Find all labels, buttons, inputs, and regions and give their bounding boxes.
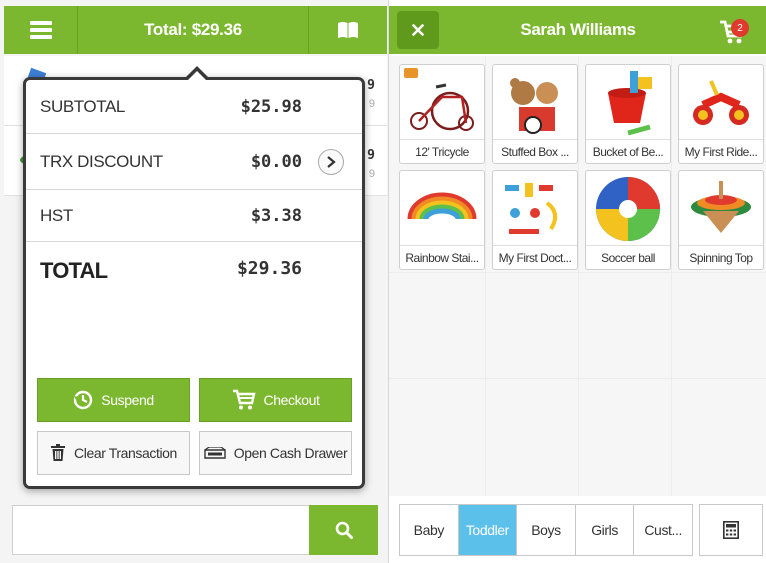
search-input[interactable] (12, 505, 310, 555)
clear-transaction-label: Clear Transaction (74, 445, 177, 461)
total-label: TOTAL (40, 258, 108, 283)
discount-label: TRX DISCOUNT (40, 151, 163, 171)
product-pane: Sarah Williams 2 12' Tricycle Stuffed Bo… (388, 0, 766, 563)
suspend-label: Suspend (101, 392, 154, 408)
product-tile-doctor-kit[interactable]: My First Doct... (492, 170, 578, 270)
product-name: Soccer ball (586, 245, 670, 269)
transaction-header: Total: $29.36 (4, 6, 387, 54)
grid-divider (671, 56, 672, 496)
subtotal-row: SUBTOTAL $25.98 (26, 80, 362, 134)
folder-icon (404, 68, 418, 78)
line-price: 9 (367, 148, 375, 163)
line-unit-price: 9 (368, 168, 375, 180)
tab-toddler[interactable]: Toddler (458, 505, 518, 555)
slinky-image (407, 192, 477, 220)
trash-icon (51, 444, 66, 461)
product-tile-soccer-ball[interactable]: Soccer ball (585, 170, 671, 270)
customer-header: Sarah Williams 2 (389, 6, 766, 54)
cart-icon (232, 389, 256, 410)
grid-divider (389, 378, 766, 379)
soccer-ball-image (596, 177, 660, 241)
tax-row: HST $3.38 (26, 190, 362, 242)
history-icon (74, 390, 93, 410)
header-total[interactable]: Total: $29.36 (78, 6, 309, 54)
product-name: Bucket of Be... (586, 139, 670, 163)
tax-label: HST (40, 205, 73, 225)
product-grid: 12' Tricycle Stuffed Box ... Bucket of B… (389, 56, 766, 496)
product-name: Stuffed Box ... (493, 139, 577, 163)
cash-drawer-icon (204, 447, 226, 459)
product-name: My First Doct... (493, 245, 577, 269)
checkout-button[interactable]: Checkout (199, 378, 352, 422)
cart-button[interactable]: 2 (717, 16, 753, 48)
product-name: My First Ride... (679, 139, 763, 163)
product-tile-stuffed-box[interactable]: Stuffed Box ... (492, 64, 578, 164)
product-tile-first-ride[interactable]: My First Ride... (678, 64, 764, 164)
product-name: Rainbow Stai... (400, 245, 484, 269)
tax-value: $3.38 (250, 205, 302, 226)
total-value: $29.36 (236, 258, 302, 279)
catalog-button[interactable] (309, 6, 387, 54)
product-tile-bucket[interactable]: Bucket of Be... (585, 64, 671, 164)
product-tile-rainbow-stairs[interactable]: Rainbow Stai... (399, 170, 485, 270)
calculator-icon (723, 521, 739, 539)
tab-baby[interactable]: Baby (400, 505, 459, 555)
line-unit-price: 9 (368, 98, 375, 110)
hamburger-icon (29, 21, 52, 39)
total-row: TOTAL $29.36 (26, 242, 362, 300)
discount-row[interactable]: TRX DISCOUNT $0.00 (26, 134, 362, 190)
calculator-button[interactable] (699, 504, 763, 556)
cart-count-badge: 2 (731, 19, 749, 37)
product-tile-spinning-top[interactable]: Spinning Top (678, 170, 764, 270)
search-icon (335, 521, 353, 539)
product-name: Spinning Top (679, 245, 763, 269)
subtotal-value: $25.98 (240, 96, 302, 117)
grid-divider (485, 56, 486, 496)
ride-on-image (693, 80, 749, 125)
grid-divider (578, 56, 579, 496)
transaction-summary-popover: SUBTOTAL $25.98 TRX DISCOUNT $0.00 HST $… (23, 77, 365, 489)
open-cash-drawer-button[interactable]: Open Cash Drawer (199, 431, 352, 475)
line-price: 9 (367, 78, 375, 93)
suspend-button[interactable]: Suspend (37, 378, 190, 422)
clear-transaction-button[interactable]: Clear Transaction (37, 431, 190, 475)
menu-button[interactable] (4, 6, 78, 54)
transaction-pane: Total: $29.36 9 9 9 9 SUBTOTAL $25.98 TR… (0, 0, 388, 563)
close-icon (412, 24, 424, 36)
tab-custom[interactable]: Cust... (634, 505, 692, 555)
stuffed-toys-image (510, 78, 558, 134)
bucket-image (608, 71, 652, 136)
open-cash-drawer-label: Open Cash Drawer (233, 445, 348, 461)
discount-value: $0.00 (250, 151, 302, 172)
subtotal-label: SUBTOTAL (40, 96, 125, 116)
discount-expand-button[interactable] (318, 148, 344, 175)
grid-divider (389, 272, 766, 273)
checkout-label: Checkout (263, 392, 320, 408)
remove-customer-button[interactable] (397, 11, 439, 49)
tab-boys[interactable]: Boys (517, 505, 576, 555)
popover-arrow-fill (188, 71, 206, 80)
search-button[interactable] (309, 505, 378, 555)
category-tabs: Baby Toddler Boys Girls Cust... (399, 504, 693, 556)
chevron-right-icon (327, 155, 336, 168)
customer-name[interactable]: Sarah Williams (449, 6, 707, 54)
doctor-kit-image (505, 183, 558, 234)
tab-girls[interactable]: Girls (576, 505, 635, 555)
product-name: 12' Tricycle (400, 139, 484, 163)
spinning-top-image (691, 181, 751, 233)
book-icon (338, 22, 358, 38)
product-tile-tricycle[interactable]: 12' Tricycle (399, 64, 485, 164)
